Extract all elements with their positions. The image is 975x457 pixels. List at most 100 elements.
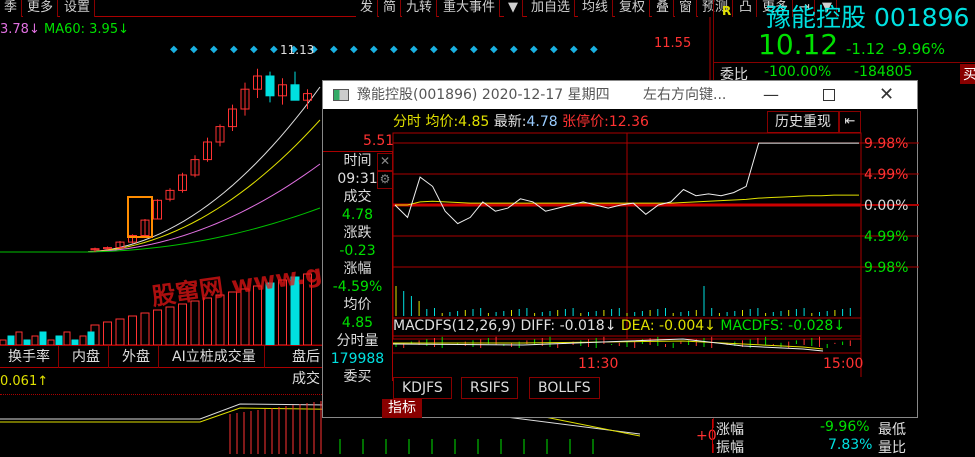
- volume-bar: [115, 318, 125, 346]
- volume-bar: [153, 309, 162, 346]
- volume-bar: [103, 321, 112, 346]
- candle: [290, 84, 300, 101]
- volume-bar: [31, 335, 39, 346]
- ma-line: [0, 86, 321, 253]
- volume-bar: [7, 335, 15, 346]
- bottom-tab[interactable]: 换手率: [0, 346, 59, 368]
- macd-dea: DEA: -0.004↓: [620, 318, 716, 334]
- ma-line: [0, 207, 321, 253]
- time-label-1130: 11:30: [578, 356, 619, 372]
- row-label: 涨幅: [716, 419, 744, 439]
- row-value: 7.83%: [828, 437, 873, 453]
- main-toolbar: 季更多 设置发简九转 重大事件 ▼ 加自选 均线 复权叠窗预测凸更多 ⇥ ▼: [0, 0, 837, 17]
- pct-axis-label: 0.00%: [864, 198, 909, 214]
- macd-legend: MACDFS(12,26,9) DIFF: -0.018↓ DEA: -0.00…: [393, 318, 845, 334]
- signal-diamond: ◆: [190, 44, 198, 55]
- candle: [265, 75, 275, 97]
- signal-diamond: ◆: [250, 44, 258, 55]
- toolbar-button[interactable]: 重大事件: [439, 0, 501, 17]
- pct-axis-label: 9.98%: [864, 136, 909, 152]
- indicator-tab-rsifs[interactable]: RSIFS: [461, 377, 519, 399]
- row-label: 振幅: [716, 437, 744, 457]
- toolbar-button[interactable]: 窗: [675, 0, 698, 17]
- wb-pct: -100.00%: [764, 64, 832, 80]
- toolbar-button[interactable]: 更多: [23, 0, 59, 17]
- volume-bar: [190, 300, 200, 346]
- plus-zero: +0: [696, 428, 717, 444]
- price-change: -1.12: [846, 40, 885, 58]
- macd-diff: DIFF: -0.018↓: [520, 318, 617, 334]
- ma-line: [0, 163, 321, 253]
- indicator-value: 0.061↑: [0, 374, 49, 389]
- signal-diamond: ◆: [450, 44, 458, 55]
- indicator-tab[interactable]: 指标: [382, 399, 422, 418]
- volume-bar: [140, 312, 150, 346]
- toolbar-button[interactable]: ▼: [504, 0, 523, 17]
- row-value: -9.96%: [820, 419, 870, 435]
- signal-diamond: ◆: [210, 44, 218, 55]
- price-change-pct: -9.96%: [892, 40, 946, 58]
- pct-axis-label: 4.99%: [864, 229, 909, 245]
- signal-diamond: ◆: [370, 44, 378, 55]
- signal-diamond: ◆: [430, 44, 438, 55]
- time-label-1500: 15:00: [823, 356, 864, 372]
- intraday-chart[interactable]: [323, 81, 919, 381]
- wb-diff: -184805: [854, 64, 913, 80]
- signal-diamond: ◆: [490, 44, 498, 55]
- toolbar-button[interactable]: 叠: [652, 0, 675, 17]
- pct-axis-label: 4.99%: [864, 167, 909, 183]
- macd-value: MACDFS: -0.028↓: [720, 318, 846, 334]
- signal-diamond: ◆: [270, 44, 278, 55]
- signal-diamond: ◆: [410, 44, 418, 55]
- volume-bar: [79, 335, 87, 346]
- volume-bar: [178, 303, 187, 346]
- price-high-label: 11.55: [654, 36, 692, 51]
- row-next: 最低: [878, 419, 906, 439]
- volume-bar: [203, 297, 212, 346]
- ma-line: [0, 119, 321, 253]
- badge-r: R: [722, 4, 732, 18]
- bottom-tab[interactable]: 内盘: [64, 346, 109, 368]
- signal-diamond: ◆: [330, 44, 338, 55]
- toolbar-button[interactable]: 九转: [402, 0, 438, 17]
- toolbar-button[interactable]: 设置: [60, 0, 96, 17]
- volume-bar: [128, 315, 137, 346]
- volume-bar: [63, 331, 71, 346]
- bottom-tab[interactable]: AI立桩成交量: [164, 346, 265, 368]
- signal-diamond: ◆: [350, 44, 358, 55]
- volume-bar: [15, 331, 23, 346]
- signal-diamond: ◆: [550, 44, 558, 55]
- signal-diamond: ◆: [510, 44, 518, 55]
- toolbar-button[interactable]: 均线: [578, 0, 614, 17]
- row-next: 量比: [878, 437, 906, 457]
- peak-label: 11.13: [280, 43, 315, 57]
- volume-bar: [55, 335, 63, 346]
- indicator-tab-kdjfs[interactable]: KDJFS: [393, 377, 452, 399]
- toolbar-button[interactable]: 加自选: [527, 0, 576, 17]
- signal-diamond: ◆: [390, 44, 398, 55]
- indicator-tab-bollfs[interactable]: BOLLFS: [529, 377, 600, 399]
- last-price: 10.12: [758, 28, 839, 61]
- toolbar-button[interactable]: 复权: [615, 0, 651, 17]
- toolbar-button[interactable]: 简: [379, 0, 402, 17]
- signal-diamond: ◆: [590, 44, 598, 55]
- signal-diamond: ◆: [530, 44, 538, 55]
- signal-diamond: ◆: [230, 44, 238, 55]
- signal-diamond: ◆: [470, 44, 478, 55]
- highlight-box: [127, 196, 153, 238]
- pct-axis-label: 9.98%: [864, 260, 909, 276]
- macd-name: MACDFS(12,26,9): [393, 318, 517, 334]
- buy-button[interactable]: 买: [960, 64, 975, 84]
- signal-diamond: ◆: [570, 44, 578, 55]
- signal-diamond: ◆: [170, 44, 178, 55]
- volume-bar: [39, 331, 47, 346]
- volume-bar: [87, 331, 95, 346]
- divider: [714, 62, 975, 63]
- divider: [712, 419, 713, 453]
- volume-bar: [165, 306, 175, 346]
- intraday-popup-window: 豫能控股(001896) 2020-12-17 星期四 左右方向键... — ✕…: [322, 80, 919, 418]
- bottom-tab[interactable]: 外盘: [114, 346, 159, 368]
- toolbar-button[interactable]: 季: [0, 0, 23, 17]
- bottom-tabs: 换手率 内盘 外盘 AI立桩成交量 盘后成交: [0, 345, 330, 387]
- toolbar-button[interactable]: 发: [356, 0, 379, 17]
